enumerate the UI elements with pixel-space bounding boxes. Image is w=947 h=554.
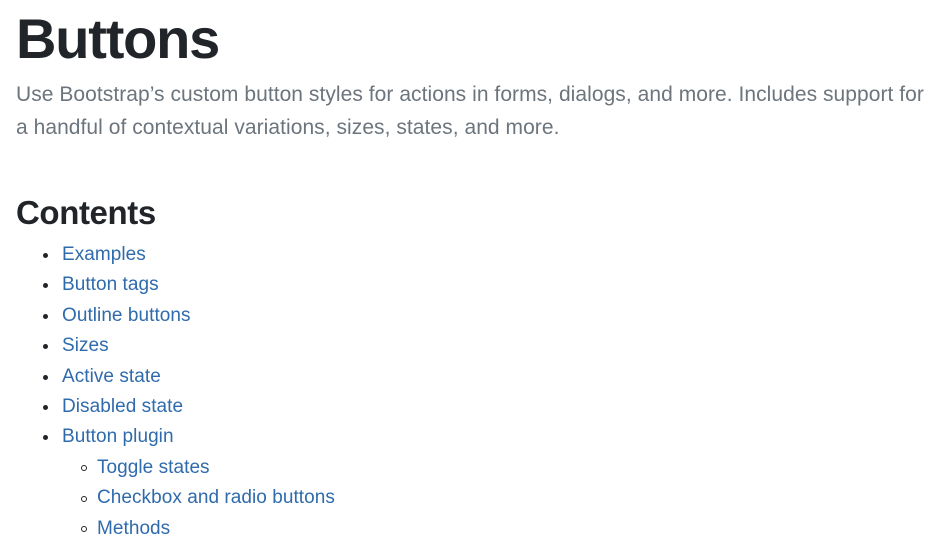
toc-link-sizes[interactable]: Sizes (62, 335, 109, 356)
toc-link-outline-buttons[interactable]: Outline buttons (62, 305, 191, 326)
circle-bullet-icon (81, 495, 87, 502)
table-of-contents: Examples Button tags Outline buttons Siz… (16, 240, 916, 544)
toc-link-methods[interactable]: Methods (97, 518, 170, 539)
contents-heading: Contents (16, 194, 156, 231)
toc-sublist: Toggle states Checkbox and radio buttons… (16, 453, 916, 544)
disc-bullet-icon (43, 435, 48, 441)
circle-bullet-icon (81, 526, 87, 533)
list-item[interactable]: Active state (16, 362, 916, 392)
toc-list: Examples Button tags Outline buttons Siz… (16, 240, 916, 544)
disc-bullet-icon (43, 283, 48, 289)
list-item[interactable]: Disabled state (16, 392, 916, 422)
list-item[interactable]: Methods (16, 514, 916, 544)
list-item[interactable]: Checkbox and radio buttons (16, 483, 916, 513)
list-item[interactable]: Sizes (16, 331, 916, 361)
documentation-page: Buttons Use Bootstrap’s custom button st… (0, 0, 947, 554)
disc-bullet-icon (43, 344, 48, 350)
page-title: Buttons (16, 7, 220, 70)
list-item[interactable]: Toggle states (16, 453, 916, 483)
toc-link-active-state[interactable]: Active state (62, 366, 161, 387)
disc-bullet-icon (43, 313, 48, 319)
toc-link-checkbox-and-radio-buttons[interactable]: Checkbox and radio buttons (97, 487, 335, 508)
toc-link-examples[interactable]: Examples (62, 244, 146, 265)
disc-bullet-icon (43, 404, 48, 410)
list-item[interactable]: Button tags (16, 270, 916, 300)
page-lead-paragraph: Use Bootstrap’s custom button styles for… (16, 83, 924, 139)
disc-bullet-icon (43, 253, 48, 258)
list-item[interactable]: Examples (16, 240, 916, 270)
toc-link-disabled-state[interactable]: Disabled state (62, 396, 183, 417)
circle-bullet-icon (81, 465, 87, 472)
disc-bullet-icon (43, 374, 48, 380)
list-item[interactable]: Outline buttons (16, 301, 916, 331)
toc-link-button-tags[interactable]: Button tags (62, 274, 159, 295)
toc-link-button-plugin[interactable]: Button plugin (62, 426, 174, 447)
list-item[interactable]: Button plugin (16, 422, 916, 452)
toc-nested-group: Toggle states Checkbox and radio buttons… (16, 453, 916, 544)
toc-link-toggle-states[interactable]: Toggle states (97, 457, 210, 478)
